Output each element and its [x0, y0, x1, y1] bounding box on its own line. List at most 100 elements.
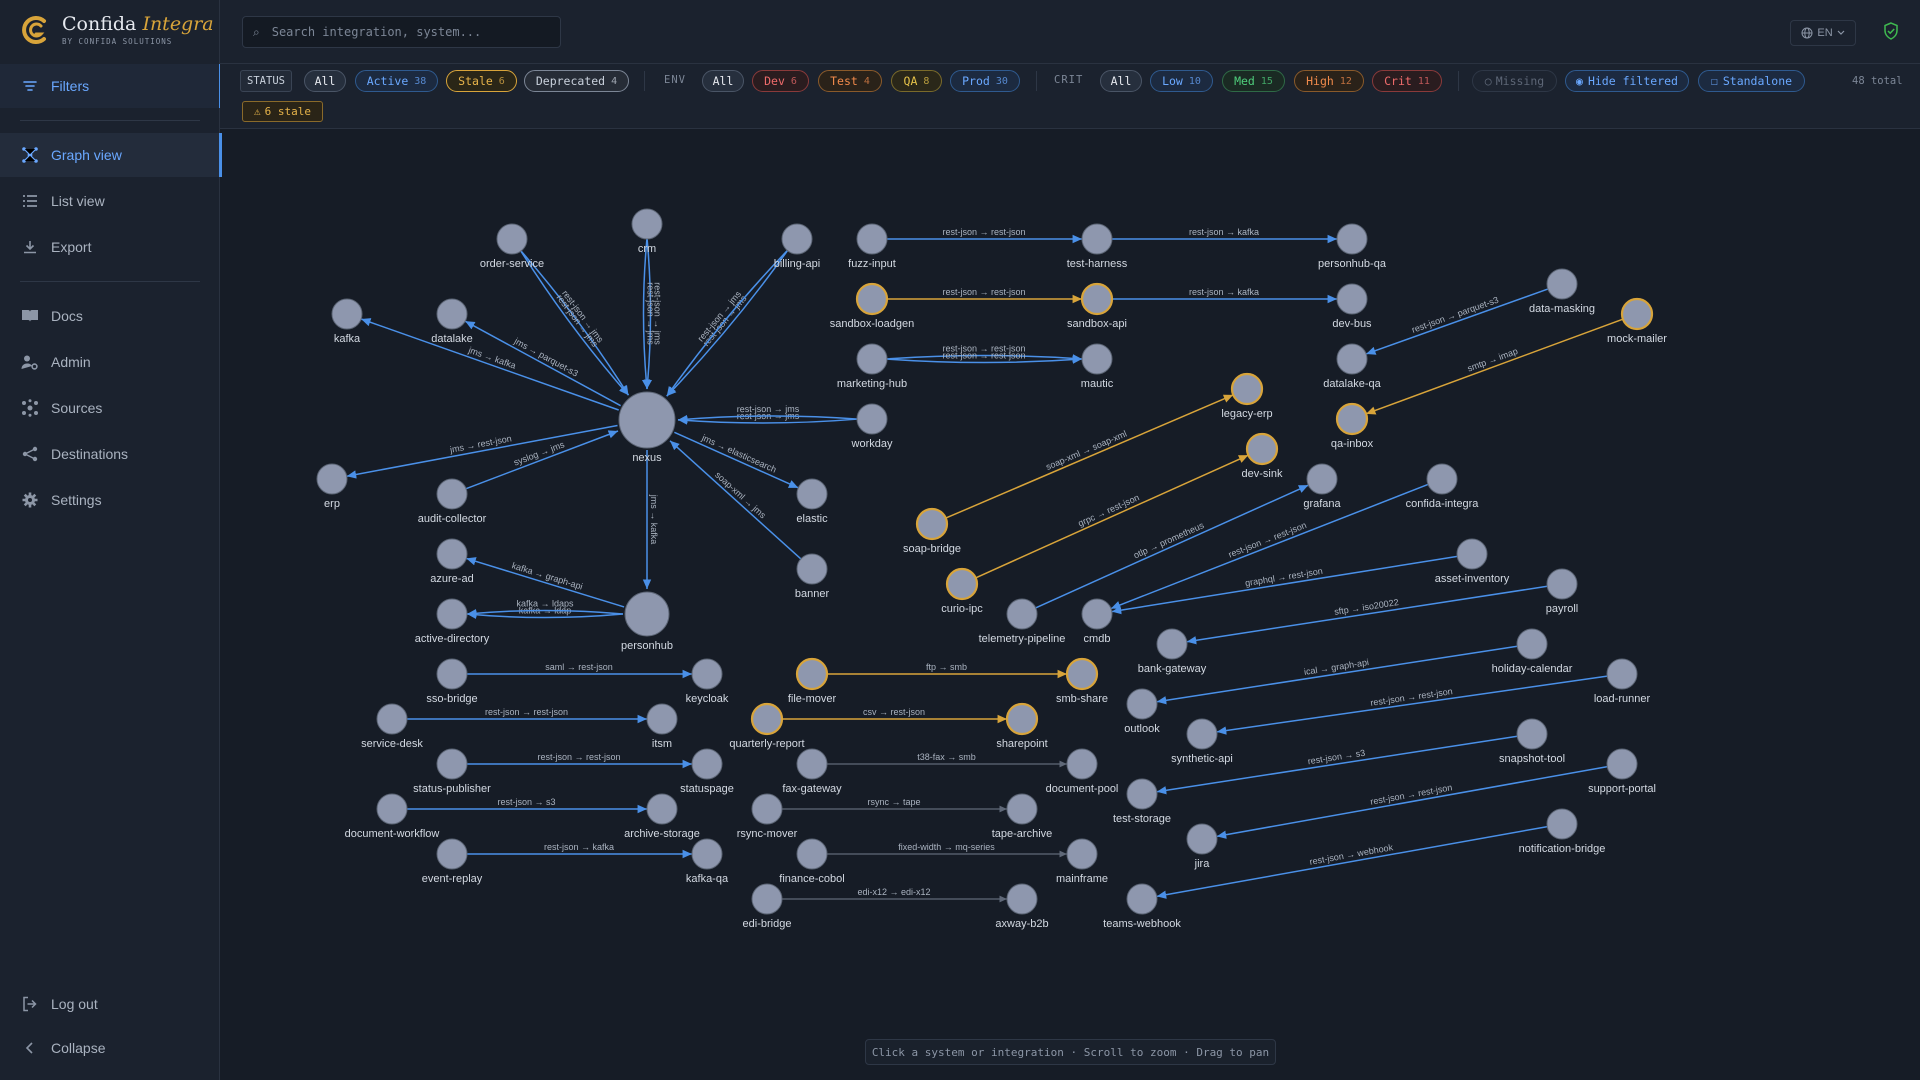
graph-canvas[interactable]: rest-json → jms rest-json → jms rest-json …: [220, 129, 1920, 1080]
integration-edge[interactable]: [1111, 555, 1459, 615]
integration-edge[interactable]: [346, 424, 618, 479]
system-node[interactable]: kafka-qa: [686, 838, 729, 885]
system-node[interactable]: document-pool: [1046, 748, 1119, 795]
system-node[interactable]: elastic: [796, 478, 828, 525]
integration-edge[interactable]: [944, 394, 1234, 520]
system-node[interactable]: crm: [631, 208, 663, 255]
system-node-circle[interactable]: [1546, 568, 1578, 600]
system-node-circle[interactable]: [1245, 432, 1279, 466]
system-node-circle[interactable]: [691, 658, 723, 690]
system-node[interactable]: sso-bridge: [426, 658, 478, 705]
system-node-circle[interactable]: [856, 223, 888, 255]
system-node[interactable]: order-service: [480, 223, 544, 270]
system-node-circle[interactable]: [796, 478, 828, 510]
integration-edge[interactable]: [1186, 585, 1549, 645]
system-node-circle[interactable]: [436, 838, 468, 870]
system-node[interactable]: outlook: [1124, 688, 1160, 735]
integration-edge[interactable]: [674, 431, 799, 489]
system-node-circle[interactable]: [376, 703, 408, 735]
integration-edge[interactable]: [1156, 645, 1519, 705]
crit-filter-low[interactable]: Low 10: [1150, 70, 1213, 92]
system-node[interactable]: payroll: [1546, 568, 1578, 615]
system-node-circle[interactable]: [436, 658, 468, 690]
system-node-circle[interactable]: [1066, 748, 1098, 780]
system-node-circle[interactable]: [1006, 793, 1038, 825]
system-node-circle[interactable]: [796, 748, 828, 780]
system-node[interactable]: itsm: [646, 703, 678, 750]
system-node-circle[interactable]: [1546, 808, 1578, 840]
system-node[interactable]: confida-integra: [1406, 463, 1480, 510]
system-node-circle[interactable]: [856, 343, 888, 375]
system-node[interactable]: notification-bridge: [1519, 808, 1606, 855]
filters-toggle[interactable]: Filters: [0, 64, 222, 108]
system-node[interactable]: finance-cobol: [779, 838, 845, 885]
system-node-circle[interactable]: [1516, 628, 1548, 660]
system-node[interactable]: sandbox-loadgen: [830, 282, 914, 330]
system-node[interactable]: banner: [795, 553, 830, 600]
status-filter-deprecated[interactable]: Deprecated 4: [524, 70, 629, 92]
system-node[interactable]: status-publisher: [413, 748, 491, 795]
standalone-toggle[interactable]: ☐ Standalone: [1698, 70, 1805, 92]
system-node-circle[interactable]: [1336, 283, 1368, 315]
system-node-circle[interactable]: [795, 657, 829, 691]
system-node[interactable]: snapshot-tool: [1499, 718, 1565, 765]
shield-check-icon[interactable]: [1883, 22, 1899, 40]
logout-button[interactable]: Log out: [0, 982, 219, 1026]
system-node-circle[interactable]: [376, 793, 408, 825]
system-node-circle[interactable]: [631, 208, 663, 240]
system-node[interactable]: document-workflow: [345, 793, 440, 840]
system-node-circle[interactable]: [781, 223, 813, 255]
system-node-circle[interactable]: [618, 391, 676, 449]
system-node[interactable]: teams-webhook: [1103, 883, 1181, 930]
system-node-circle[interactable]: [1546, 268, 1578, 300]
integration-edge[interactable]: [669, 440, 803, 561]
crit-filter-crit[interactable]: Crit 11: [1372, 70, 1442, 92]
system-node-circle[interactable]: [1230, 372, 1264, 406]
system-node[interactable]: load-runner: [1594, 658, 1651, 705]
system-node-circle[interactable]: [646, 703, 678, 735]
sidebar-item-settings[interactable]: Settings: [0, 478, 219, 522]
stale-warning-badge[interactable]: ⚠ 6 stale: [242, 101, 323, 122]
system-node-circle[interactable]: [945, 567, 979, 601]
system-node[interactable]: axway-b2b: [995, 883, 1049, 930]
system-node-circle[interactable]: [1456, 538, 1488, 570]
system-node[interactable]: mautic: [1081, 343, 1114, 390]
system-node-circle[interactable]: [331, 298, 363, 330]
system-node[interactable]: asset-inventory: [1435, 538, 1510, 585]
system-node[interactable]: audit-collector: [418, 478, 487, 525]
env-filter-test[interactable]: Test 4: [818, 70, 882, 92]
integration-edge[interactable]: [1365, 318, 1625, 415]
system-node[interactable]: holiday-calendar: [1492, 628, 1573, 675]
status-filter-stale[interactable]: Stale 6: [446, 70, 517, 92]
system-node-circle[interactable]: [1335, 402, 1369, 436]
system-node-circle[interactable]: [915, 507, 949, 541]
search-input[interactable]: [269, 24, 544, 40]
system-node-circle[interactable]: [1006, 598, 1038, 630]
system-node[interactable]: dev-sink: [1242, 432, 1283, 480]
system-node-circle[interactable]: [1005, 702, 1039, 736]
system-node-circle[interactable]: [436, 598, 468, 630]
system-node-circle[interactable]: [1081, 598, 1113, 630]
language-selector[interactable]: EN: [1790, 20, 1856, 46]
system-node-circle[interactable]: [1336, 223, 1368, 255]
system-node-circle[interactable]: [751, 883, 783, 915]
system-node-circle[interactable]: [436, 298, 468, 330]
system-node[interactable]: active-directory: [415, 598, 490, 645]
system-node[interactable]: erp: [316, 463, 348, 510]
system-node-circle[interactable]: [436, 748, 468, 780]
system-node[interactable]: sharepoint: [996, 702, 1048, 750]
integration-graph[interactable]: rest-json → jms rest-json → jms rest-json …: [220, 129, 1920, 1080]
system-node[interactable]: qa-inbox: [1331, 402, 1374, 450]
system-node-circle[interactable]: [1126, 688, 1158, 720]
system-node[interactable]: marketing-hub: [837, 343, 907, 390]
system-node[interactable]: rsync-mover: [737, 793, 798, 840]
env-filter-qa[interactable]: QA 8: [891, 70, 942, 92]
crit-filter-high[interactable]: High 12: [1294, 70, 1364, 92]
system-node-circle[interactable]: [691, 838, 723, 870]
system-node-circle[interactable]: [1306, 463, 1338, 495]
system-node-circle[interactable]: [1006, 883, 1038, 915]
system-node[interactable]: test-harness: [1067, 223, 1128, 270]
system-node-circle[interactable]: [855, 282, 889, 316]
system-node[interactable]: file-mover: [788, 657, 837, 705]
sidebar-item-sources[interactable]: Sources: [0, 386, 219, 430]
